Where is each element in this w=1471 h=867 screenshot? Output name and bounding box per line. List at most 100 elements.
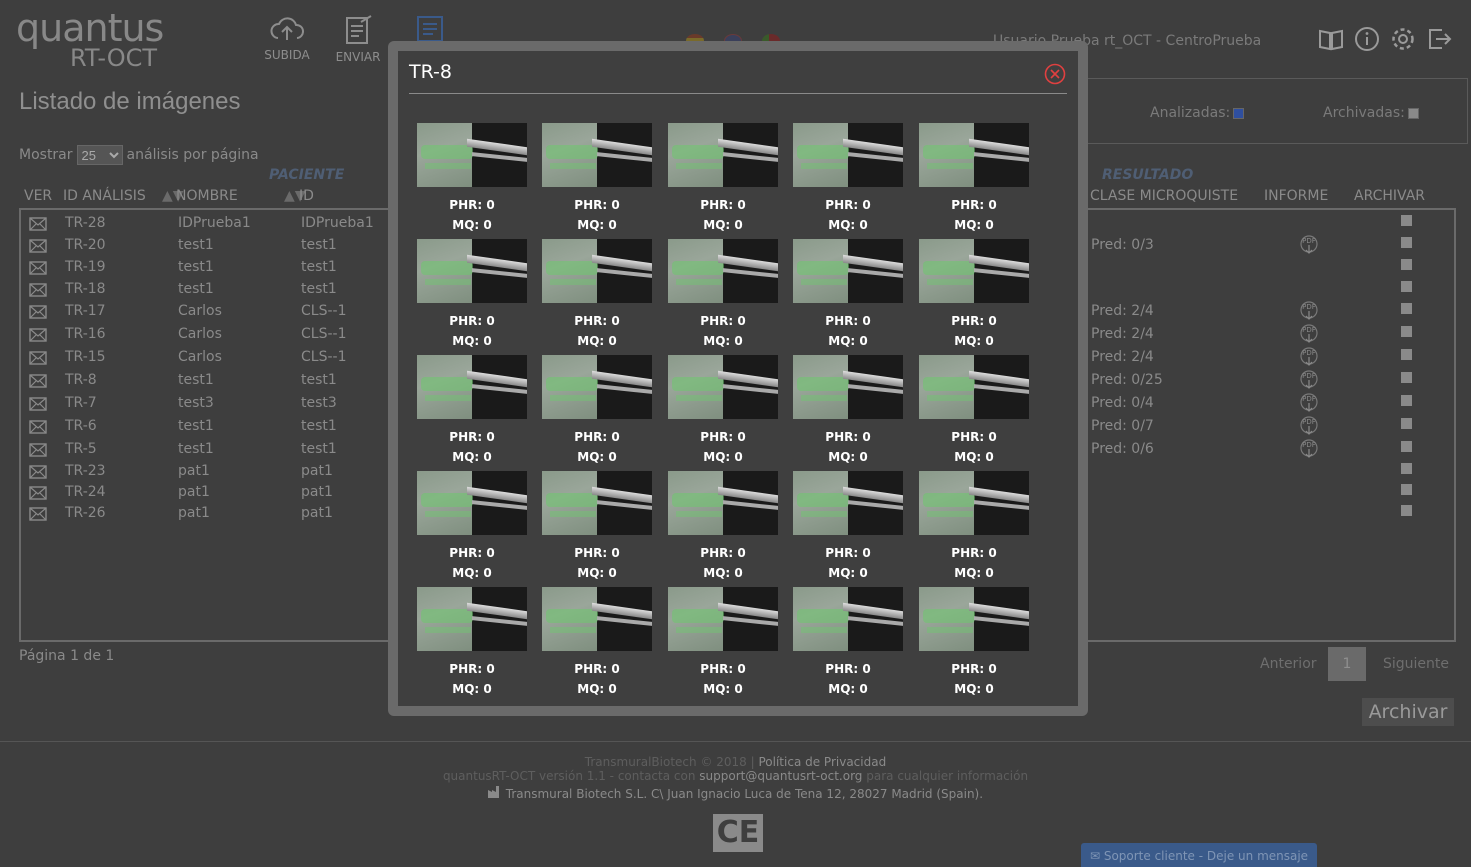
- oct-thumbnail[interactable]: [542, 587, 652, 651]
- col-id[interactable]: ID: [299, 188, 314, 204]
- oct-thumbnail[interactable]: [919, 587, 1029, 651]
- view-image-icon[interactable]: [29, 305, 47, 319]
- archive-checkbox[interactable]: [1401, 418, 1412, 429]
- view-image-icon[interactable]: [29, 239, 47, 253]
- view-image-icon[interactable]: [29, 420, 47, 434]
- close-icon[interactable]: [1044, 63, 1066, 85]
- view-image-icon[interactable]: [29, 397, 47, 411]
- cell-id-analisis[interactable]: TR-5: [65, 441, 97, 457]
- cell-id-analisis[interactable]: TR-7: [65, 395, 97, 411]
- oct-thumbnail[interactable]: [542, 355, 652, 419]
- oct-thumbnail[interactable]: [668, 355, 778, 419]
- oct-thumbnail[interactable]: [793, 471, 903, 535]
- col-id-analisis[interactable]: ID ANÁLISIS: [63, 188, 146, 204]
- oct-image-tile[interactable]: PHR: 0 MQ: 0: [793, 239, 903, 351]
- archive-checkbox[interactable]: [1401, 259, 1412, 270]
- oct-image-tile[interactable]: PHR: 0 MQ: 0: [417, 355, 527, 467]
- oct-thumbnail[interactable]: [417, 471, 527, 535]
- oct-thumbnail[interactable]: [919, 123, 1029, 187]
- pdf-download-icon[interactable]: PDF: [1297, 416, 1321, 436]
- view-image-icon[interactable]: [29, 261, 47, 275]
- cell-id-analisis[interactable]: TR-16: [65, 326, 106, 342]
- manual-book-icon[interactable]: [1318, 26, 1344, 52]
- cell-id-analisis[interactable]: TR-26: [65, 505, 106, 521]
- oct-image-tile[interactable]: PHR: 0 MQ: 0: [542, 471, 652, 583]
- filter-archived-checkbox[interactable]: [1407, 107, 1419, 119]
- view-image-icon[interactable]: [29, 443, 47, 457]
- oct-image-tile[interactable]: PHR: 0 MQ: 0: [542, 587, 652, 699]
- archive-checkbox[interactable]: [1401, 281, 1412, 292]
- oct-image-tile[interactable]: PHR: 0 MQ: 0: [919, 355, 1029, 467]
- archive-checkbox[interactable]: [1401, 303, 1412, 314]
- oct-image-tile[interactable]: PHR: 0 MQ: 0: [417, 587, 527, 699]
- oct-thumbnail[interactable]: [919, 355, 1029, 419]
- archive-checkbox[interactable]: [1401, 484, 1412, 495]
- pdf-download-icon[interactable]: PDF: [1297, 301, 1321, 321]
- oct-thumbnail[interactable]: [668, 587, 778, 651]
- oct-image-tile[interactable]: PHR: 0 MQ: 0: [919, 239, 1029, 351]
- logout-icon[interactable]: [1426, 26, 1452, 52]
- archive-button[interactable]: Archivar: [1362, 698, 1454, 726]
- next-page-button[interactable]: Siguiente: [1383, 656, 1449, 672]
- cell-id-analisis[interactable]: TR-17: [65, 303, 106, 319]
- oct-image-tile[interactable]: PHR: 0 MQ: 0: [542, 239, 652, 351]
- oct-thumbnail[interactable]: [793, 587, 903, 651]
- nav-send-button[interactable]: ENVIAR: [328, 14, 388, 70]
- oct-image-tile[interactable]: PHR: 0 MQ: 0: [793, 123, 903, 235]
- oct-thumbnail[interactable]: [417, 355, 527, 419]
- view-image-icon[interactable]: [29, 507, 47, 521]
- page-number-button[interactable]: 1: [1328, 647, 1366, 681]
- oct-thumbnail[interactable]: [542, 123, 652, 187]
- oct-thumbnail[interactable]: [417, 123, 527, 187]
- cell-id-analisis[interactable]: TR-18: [65, 281, 106, 297]
- oct-thumbnail[interactable]: [793, 239, 903, 303]
- oct-image-tile[interactable]: PHR: 0 MQ: 0: [668, 239, 778, 351]
- prev-page-button[interactable]: Anterior: [1260, 656, 1317, 672]
- cell-id-analisis[interactable]: TR-23: [65, 463, 106, 479]
- cell-id-analisis[interactable]: TR-20: [65, 237, 106, 253]
- page-size-select[interactable]: 25: [76, 145, 123, 165]
- info-icon[interactable]: [1354, 26, 1380, 52]
- settings-gear-icon[interactable]: [1390, 26, 1416, 52]
- pdf-download-icon[interactable]: PDF: [1297, 235, 1321, 255]
- oct-image-tile[interactable]: PHR: 0 MQ: 0: [919, 471, 1029, 583]
- oct-thumbnail[interactable]: [793, 355, 903, 419]
- oct-thumbnail[interactable]: [417, 587, 527, 651]
- view-image-icon[interactable]: [29, 374, 47, 388]
- archive-checkbox[interactable]: [1401, 505, 1412, 516]
- pdf-download-icon[interactable]: PDF: [1297, 324, 1321, 344]
- pdf-download-icon[interactable]: PDF: [1297, 439, 1321, 459]
- archive-checkbox[interactable]: [1401, 237, 1412, 248]
- view-image-icon[interactable]: [29, 465, 47, 479]
- oct-thumbnail[interactable]: [919, 471, 1029, 535]
- oct-image-tile[interactable]: PHR: 0 MQ: 0: [542, 123, 652, 235]
- oct-thumbnail[interactable]: [542, 239, 652, 303]
- cell-id-analisis[interactable]: TR-6: [65, 418, 97, 434]
- privacy-link[interactable]: Política de Privacidad: [758, 755, 886, 769]
- oct-image-tile[interactable]: PHR: 0 MQ: 0: [668, 123, 778, 235]
- oct-thumbnail[interactable]: [542, 471, 652, 535]
- archive-checkbox[interactable]: [1401, 372, 1412, 383]
- col-nombre[interactable]: NOMBRE: [176, 188, 238, 204]
- view-image-icon[interactable]: [29, 351, 47, 365]
- oct-image-tile[interactable]: PHR: 0 MQ: 0: [417, 239, 527, 351]
- archive-checkbox[interactable]: [1401, 215, 1412, 226]
- pdf-download-icon[interactable]: PDF: [1297, 393, 1321, 413]
- view-image-icon[interactable]: [29, 217, 47, 231]
- archive-checkbox[interactable]: [1401, 441, 1412, 452]
- cell-id-analisis[interactable]: TR-15: [65, 349, 106, 365]
- app-logo[interactable]: quantus RT-OCT: [2, 4, 172, 72]
- oct-image-tile[interactable]: PHR: 0 MQ: 0: [793, 471, 903, 583]
- oct-thumbnail[interactable]: [668, 239, 778, 303]
- oct-image-tile[interactable]: PHR: 0 MQ: 0: [668, 471, 778, 583]
- pdf-download-icon[interactable]: PDF: [1297, 370, 1321, 390]
- oct-image-tile[interactable]: PHR: 0 MQ: 0: [668, 587, 778, 699]
- oct-image-tile[interactable]: PHR: 0 MQ: 0: [793, 355, 903, 467]
- view-image-icon[interactable]: [29, 328, 47, 342]
- support-chat-button[interactable]: ✉ Soporte cliente - Deje un mensaje: [1081, 843, 1317, 867]
- oct-image-tile[interactable]: PHR: 0 MQ: 0: [542, 355, 652, 467]
- view-image-icon[interactable]: [29, 486, 47, 500]
- oct-image-tile[interactable]: PHR: 0 MQ: 0: [417, 471, 527, 583]
- filter-analyzed-checkbox[interactable]: [1233, 107, 1245, 119]
- oct-image-tile[interactable]: PHR: 0 MQ: 0: [919, 123, 1029, 235]
